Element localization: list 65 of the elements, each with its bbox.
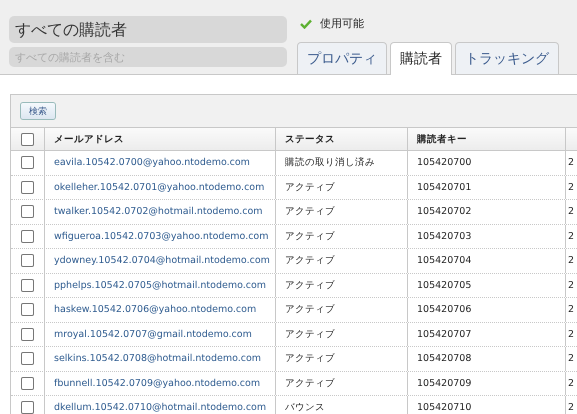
title-field[interactable]: すべての購読者: [9, 16, 287, 43]
table-cell: 2: [568, 255, 574, 266]
tab[interactable]: トラッキング: [455, 42, 559, 74]
table-cell: 2: [568, 206, 574, 218]
status-label: 使用可能: [320, 16, 364, 31]
key-cell: 105420710: [417, 402, 472, 414]
email-link[interactable]: okelleher.10542.0701@yahoo.ntodemo.com: [54, 182, 264, 193]
table-cell: 2: [568, 280, 574, 291]
status-cell: アクティブ: [285, 180, 335, 194]
status-cell: 購読の取り消し済み: [285, 156, 375, 170]
row-checkbox[interactable]: [21, 352, 34, 366]
status-cell: アクティブ: [285, 352, 335, 366]
row-checkbox[interactable]: [21, 328, 34, 341]
status-cell: アクティブ: [285, 303, 335, 316]
select-all-checkbox[interactable]: [21, 132, 34, 146]
email-link[interactable]: fbunnell.10542.0709@yahoo.ntodemo.com: [54, 378, 260, 389]
table-cell: 2: [568, 157, 574, 168]
status-cell: アクティブ: [285, 328, 335, 341]
search-button[interactable]: 検索: [20, 102, 56, 120]
status-cell: アクティブ: [285, 254, 335, 268]
email-link[interactable]: ydowney.10542.0704@hotmail.ntodemo.com: [54, 255, 270, 266]
row-checkbox[interactable]: [21, 278, 34, 292]
table-cell: 2: [568, 328, 574, 340]
status-cell: アクティブ: [285, 278, 335, 292]
table-cell: 2: [568, 182, 574, 193]
status-cell: アクティブ: [285, 205, 335, 218]
key-cell: 105420707: [417, 328, 472, 340]
key-cell: 105420708: [417, 353, 472, 364]
table-cell: 2: [568, 378, 574, 389]
row-checkbox[interactable]: [21, 254, 34, 268]
column-header[interactable]: 購読者キー: [417, 132, 467, 146]
table-cell: 2: [568, 402, 574, 414]
row-checkbox[interactable]: [21, 303, 34, 316]
table-cell: 2: [568, 230, 574, 242]
key-cell: 105420705: [417, 280, 472, 291]
row-checkbox[interactable]: [21, 401, 34, 414]
row-checkbox[interactable]: [21, 156, 34, 170]
row-checkbox[interactable]: [21, 205, 34, 218]
key-cell: 105420709: [417, 378, 472, 389]
tab[interactable]: 購読者: [390, 42, 452, 75]
row-checkbox[interactable]: [21, 376, 34, 390]
email-link[interactable]: wfigueroa.10542.0703@yahoo.ntodemo.com: [54, 230, 269, 242]
email-link[interactable]: pphelps.10542.0705@hotmail.ntodemo.com: [54, 280, 266, 291]
email-link[interactable]: mroyal.10542.0707@gmail.ntodemo.com: [54, 328, 252, 340]
email-link[interactable]: haskew.10542.0706@yahoo.ntodemo.com: [54, 304, 256, 316]
email-link[interactable]: twalker.10542.0702@hotmail.ntodemo.com: [54, 206, 263, 218]
key-cell: 105420700: [417, 157, 472, 168]
status-cell: バウンス: [285, 401, 325, 414]
row-checkbox[interactable]: [21, 180, 34, 194]
column-header[interactable]: メールアドレス: [54, 132, 124, 146]
key-cell: 105420702: [417, 206, 472, 218]
key-cell: 105420703: [417, 230, 472, 242]
status-cell: アクティブ: [285, 376, 335, 390]
key-cell: 105420706: [417, 304, 472, 316]
column-header[interactable]: ステータス: [285, 132, 335, 146]
key-cell: 105420704: [417, 255, 472, 266]
status-cell: アクティブ: [285, 230, 335, 243]
email-link[interactable]: eavila.10542.0700@yahoo.ntodemo.com: [54, 157, 250, 168]
tab[interactable]: プロパティ: [297, 42, 387, 74]
table-cell: 2: [568, 353, 574, 364]
table-cell: 2: [568, 304, 574, 316]
email-link[interactable]: dkellum.10542.0710@hotmail.ntodemo.com: [54, 402, 266, 414]
email-link[interactable]: selkins.10542.0708@hotmail.ntodemo.com: [54, 353, 262, 364]
key-cell: 105420701: [417, 182, 472, 193]
row-checkbox[interactable]: [21, 230, 34, 243]
